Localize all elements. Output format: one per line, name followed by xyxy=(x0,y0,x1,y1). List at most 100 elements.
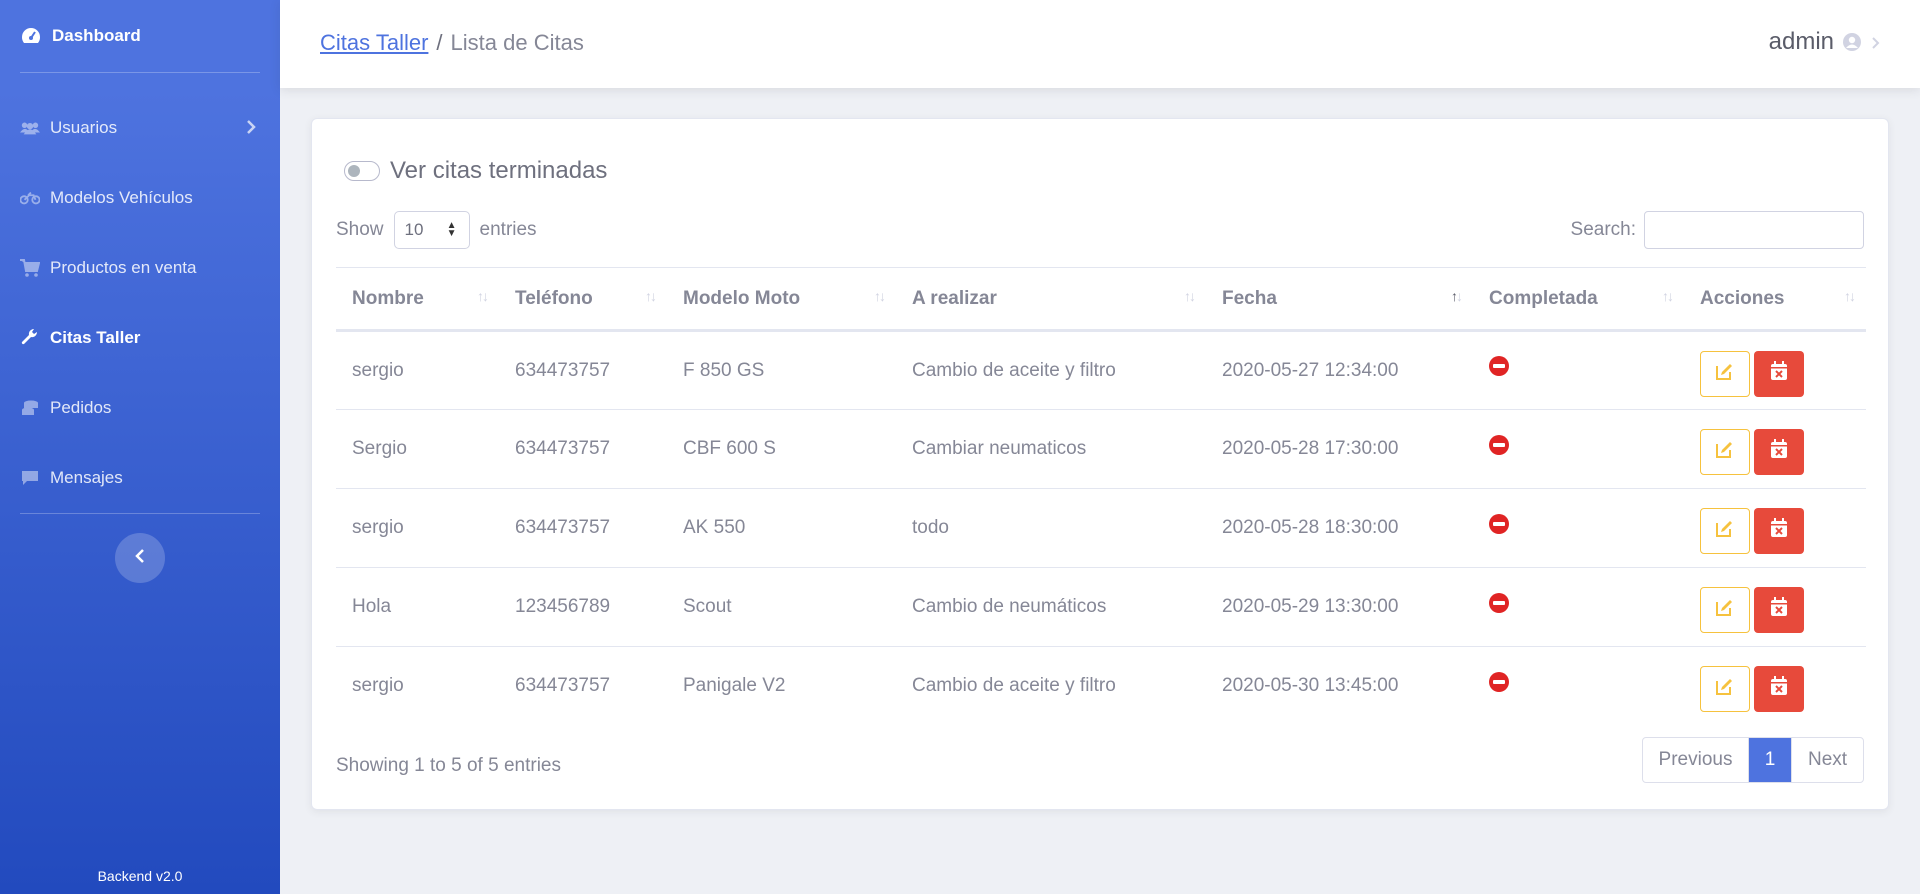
cell-telefono: 634473757 xyxy=(499,409,667,489)
edit-icon xyxy=(1715,361,1735,387)
cell-telefono: 634473757 xyxy=(499,330,667,410)
edit-button[interactable] xyxy=(1700,429,1750,475)
chevron-right-icon xyxy=(246,119,256,139)
sidebar-divider xyxy=(20,513,260,514)
calendar-times-icon xyxy=(1770,360,1788,387)
wrench-icon xyxy=(20,328,40,348)
brand-label: Dashboard xyxy=(52,26,141,45)
cancel-appointment-button[interactable] xyxy=(1754,587,1804,633)
calendar-times-icon xyxy=(1770,518,1788,544)
show-label: Show xyxy=(336,219,384,240)
cell-realizar: Cambio de neumáticos xyxy=(896,567,1206,647)
sidebar-item-mensajes[interactable]: Mensajes xyxy=(0,443,280,513)
search-input[interactable] xyxy=(1644,211,1864,249)
edit-button[interactable] xyxy=(1700,587,1750,633)
breadcrumb-link[interactable]: Citas Taller xyxy=(320,30,428,55)
entries-value: 10 xyxy=(404,220,424,239)
version-label: Backend v2.0 xyxy=(97,868,183,884)
sidebar-item-usuarios[interactable]: Usuarios xyxy=(0,93,280,163)
cell-realizar: Cambiar neumaticos xyxy=(896,409,1206,489)
cancel-appointment-button[interactable] xyxy=(1754,666,1804,713)
search-filter: Search: xyxy=(1571,211,1864,249)
comment-icon xyxy=(20,468,40,488)
cell-modelo: CBF 600 S xyxy=(667,409,896,489)
cell-fecha: 2020-05-28 17:30:00 xyxy=(1206,409,1473,489)
sidebar-item-citas[interactable]: Citas Taller xyxy=(0,303,280,373)
calendar-times-icon xyxy=(1770,439,1788,465)
cell-fecha: 2020-05-29 13:30:00 xyxy=(1206,567,1473,647)
sidebar-brand[interactable]: Dashboard xyxy=(0,0,280,72)
edit-icon xyxy=(1715,676,1735,702)
not-completed-icon xyxy=(1489,513,1509,534)
edit-icon xyxy=(1715,518,1735,544)
sort-icon: ↑↓ xyxy=(477,288,489,304)
cell-fecha: 2020-05-28 18:30:00 xyxy=(1206,488,1473,568)
edit-icon xyxy=(1715,439,1735,465)
previous-page-button[interactable]: Previous xyxy=(1643,738,1749,782)
entries-label: entries xyxy=(479,219,537,240)
search-label: Search: xyxy=(1570,219,1636,240)
sidebar-nav: Usuarios Modelos Vehículos Productos en … xyxy=(0,73,280,513)
tachometer-icon xyxy=(20,25,42,47)
chevron-left-icon xyxy=(135,548,145,568)
page-1-button[interactable]: 1 xyxy=(1749,738,1791,782)
sort-icon: ↑↓ xyxy=(1184,288,1196,304)
cell-acciones xyxy=(1684,647,1866,726)
column-header-modelo[interactable]: Modelo Moto ↑↓ xyxy=(667,267,896,332)
completed-toggle-row: Ver citas terminadas xyxy=(344,157,607,185)
cart-icon xyxy=(20,258,40,278)
cell-completada xyxy=(1473,330,1684,410)
table-row: sergio 634473757 Panigale V2 Cambio de acei… xyxy=(336,647,1866,726)
sidebar-item-productos[interactable]: Productos en venta xyxy=(0,233,280,303)
calendar-times-icon xyxy=(1770,676,1788,702)
coins-icon xyxy=(20,398,40,418)
next-page-button[interactable]: Next xyxy=(1791,738,1863,782)
sidebar-item-pedidos[interactable]: Pedidos xyxy=(0,373,280,443)
edit-button[interactable] xyxy=(1700,350,1750,397)
table-row: sergio 634473757 F 850 GS Cambio de aceite … xyxy=(336,330,1866,410)
sidebar-item-modelos[interactable]: Modelos Vehículos xyxy=(0,163,280,233)
column-header-realizar[interactable]: A realizar ↑↓ xyxy=(896,267,1206,332)
column-header-fecha[interactable]: Fecha ↑↓ xyxy=(1206,267,1473,332)
cell-completada xyxy=(1473,409,1684,489)
entries-length: Show 10 ▲ ▼ entries xyxy=(336,211,537,249)
not-completed-icon xyxy=(1489,592,1509,613)
sidebar-item-label: Modelos Vehículos xyxy=(50,188,193,207)
column-header-completada[interactable]: Completada ↑↓ xyxy=(1473,267,1684,332)
cancel-appointment-button[interactable] xyxy=(1754,508,1804,554)
cell-realizar: Cambio de aceite y filtro xyxy=(912,675,1116,697)
cell-modelo: Panigale V2 xyxy=(683,675,786,697)
edit-button[interactable] xyxy=(1700,666,1750,713)
not-completed-icon xyxy=(1489,356,1509,377)
table-row: Hola 123456789 Scout Cambio de neumáticos 20… xyxy=(336,567,1866,647)
table-header-row: Nombre ↑↓ Teléfono ↑↓ Modelo Moto ↑↓ A real… xyxy=(336,267,1866,332)
column-header-telefono[interactable]: Teléfono ↑↓ xyxy=(499,267,667,332)
cell-completada xyxy=(1473,567,1684,647)
breadcrumb: Citas Taller / Lista de Citas xyxy=(320,30,584,56)
cell-acciones xyxy=(1684,409,1866,489)
entries-select[interactable]: 10 ▲ ▼ xyxy=(393,211,470,249)
sidebar-toggle-button[interactable] xyxy=(115,533,165,583)
cell-nombre: sergio xyxy=(336,488,499,568)
cell-nombre: Sergio xyxy=(336,409,499,489)
cell-acciones xyxy=(1684,567,1866,647)
sort-icon: ↑↓ xyxy=(1662,288,1674,304)
user-name: admin xyxy=(1768,28,1834,55)
column-header-nombre[interactable]: Nombre ↑↓ xyxy=(336,267,499,332)
cell-nombre: sergio xyxy=(352,675,404,697)
sidebar-item-label: Usuarios xyxy=(50,118,118,137)
cell-realizar: Cambio de aceite y filtro xyxy=(896,330,1206,410)
cell-modelo: Scout xyxy=(667,567,896,647)
sidebar-item-label: Productos en venta xyxy=(50,258,197,277)
user-menu[interactable]: admin xyxy=(1769,28,1880,56)
edit-button[interactable] xyxy=(1700,508,1750,554)
cancel-appointment-button[interactable] xyxy=(1754,350,1804,397)
sort-icon: ↑↓ xyxy=(645,288,657,304)
completed-toggle-switch[interactable] xyxy=(344,161,380,181)
chevron-right-icon xyxy=(1872,28,1880,56)
column-header-acciones[interactable]: Acciones ↑↓ xyxy=(1684,267,1866,332)
cell-telefono: 634473757 xyxy=(515,675,611,697)
cell-fecha: 2020-05-27 12:34:00 xyxy=(1206,330,1473,410)
cancel-appointment-button[interactable] xyxy=(1754,429,1804,475)
user-circle-icon xyxy=(1842,32,1862,52)
